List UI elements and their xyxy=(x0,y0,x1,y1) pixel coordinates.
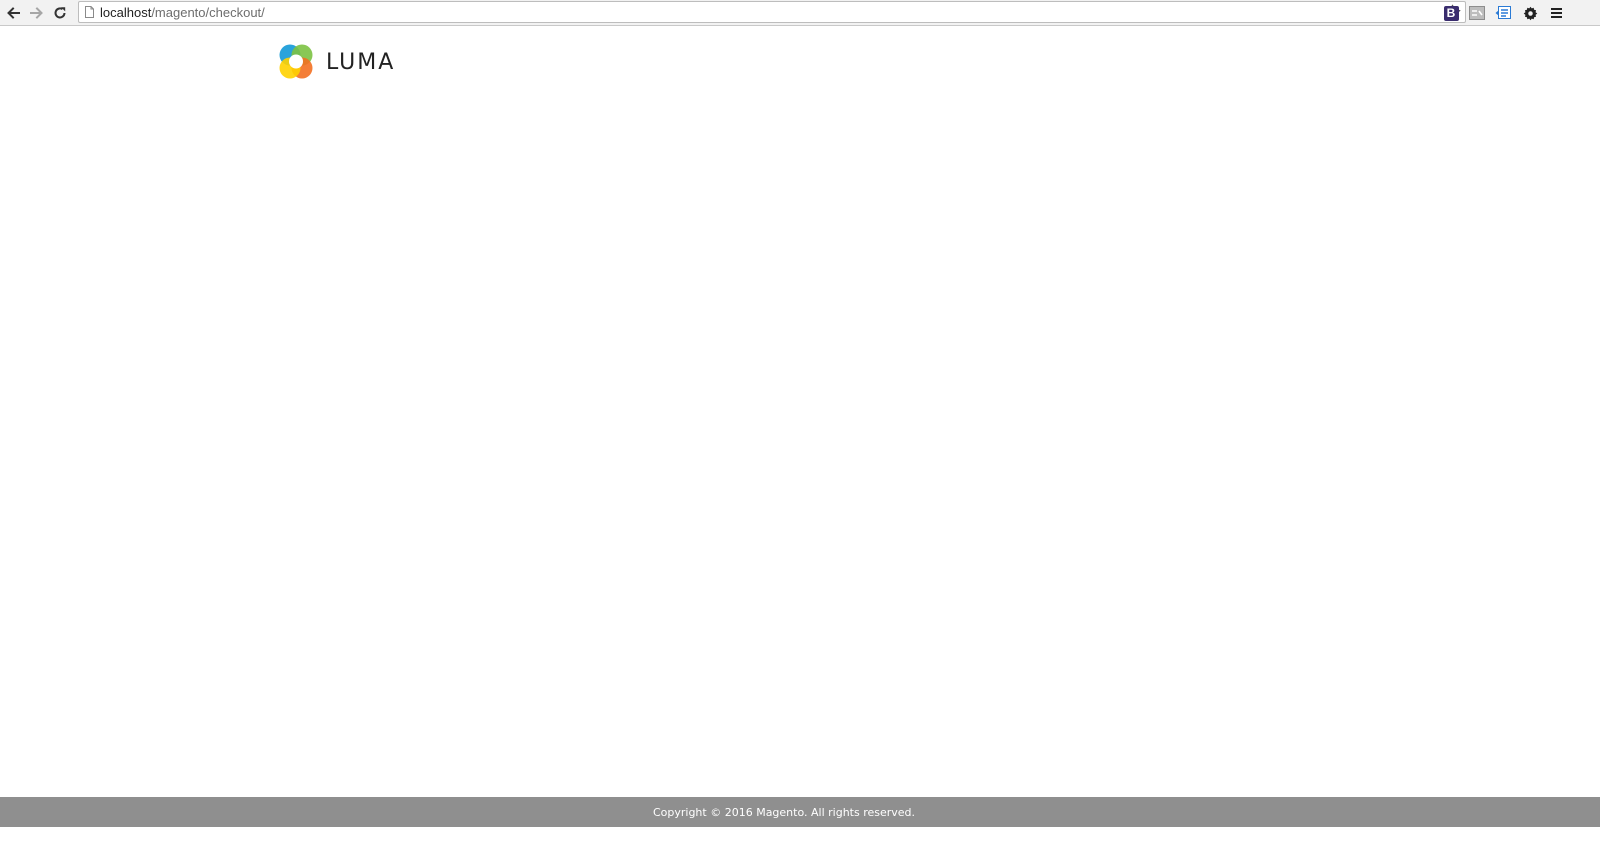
settings-button[interactable] xyxy=(1520,3,1540,23)
logo-text: LUMA xyxy=(326,49,396,75)
extension-button-3[interactable] xyxy=(1493,3,1513,23)
bootstrap-extension-button[interactable]: B xyxy=(1441,3,1461,23)
copyright-text: Copyright © 2016 Magento. All rights res… xyxy=(652,805,916,819)
menu-button[interactable] xyxy=(1546,3,1566,23)
bootstrap-extension-icon: B xyxy=(1443,5,1459,21)
luma-logo[interactable]: LUMA xyxy=(277,43,395,81)
back-button[interactable] xyxy=(3,3,23,23)
luma-logo-icon xyxy=(279,44,313,79)
arrow-right-icon xyxy=(30,7,43,19)
url-text[interactable]: localhost/magento/checkout/ xyxy=(100,5,265,20)
browser-toolbar: localhost/magento/checkout/ B xyxy=(0,0,1600,26)
page-icon xyxy=(85,6,94,18)
forward-button[interactable] xyxy=(27,3,47,23)
url-path: /magento/checkout/ xyxy=(151,5,265,20)
page-footer: Copyright © 2016 Magento. All rights res… xyxy=(0,797,1600,827)
page-bottom-gap xyxy=(0,827,1600,843)
address-bar[interactable]: localhost/magento/checkout/ xyxy=(78,1,1466,23)
arrow-left-icon xyxy=(7,7,20,19)
extension-icon xyxy=(1469,6,1485,20)
gear-icon xyxy=(1523,6,1537,20)
extension-button-2[interactable] xyxy=(1467,3,1487,23)
extension-icon xyxy=(1495,6,1511,19)
url-host: localhost xyxy=(100,5,152,20)
reload-icon xyxy=(54,7,66,19)
reload-button[interactable] xyxy=(50,3,70,23)
hamburger-menu-icon xyxy=(1550,8,1562,18)
